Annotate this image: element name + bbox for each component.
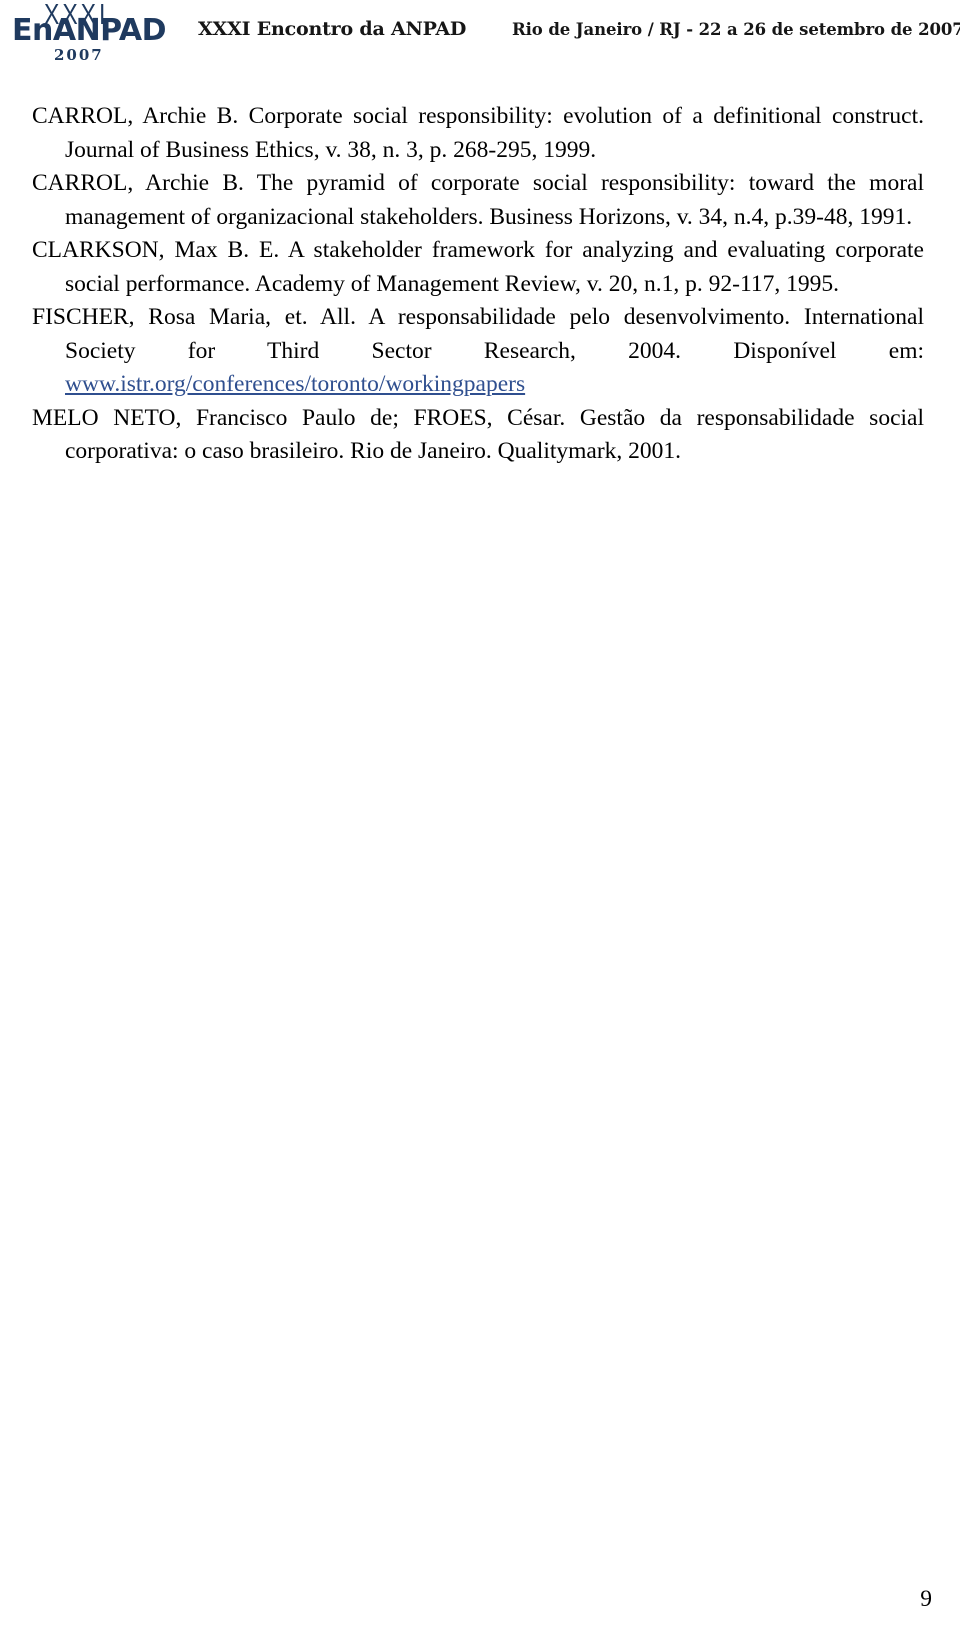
page-number: 9 xyxy=(920,1586,932,1612)
logo-wordmark-prefix: En xyxy=(12,13,53,48)
reference-item: CLARKSON, Max B. E. A stakeholder framew… xyxy=(32,237,924,297)
reference-url-link[interactable]: www.istr.org/conferences/toronto/working… xyxy=(65,371,525,397)
logo-year: 2007 xyxy=(54,46,104,64)
reference-text: FISCHER, Rosa Maria, et. All. A responsa… xyxy=(32,304,924,364)
reference-item: CARROL, Archie B. The pyramid of corpora… xyxy=(32,170,924,230)
page-header: XXXI EnANPAD 2007 XXXI Encontro da ANPAD… xyxy=(0,0,960,72)
logo-wordmark-main: ANPAD xyxy=(52,13,167,48)
logo-wordmark: EnANPAD xyxy=(12,13,167,48)
reference-item: CARROL, Archie B. Corporate social respo… xyxy=(32,103,924,163)
enanpad-logo: XXXI EnANPAD 2007 xyxy=(12,0,167,66)
document-page: XXXI EnANPAD 2007 XXXI Encontro da ANPAD… xyxy=(0,0,960,1631)
reference-item: MELO NETO, Francisco Paulo de; FROES, Cé… xyxy=(32,404,924,465)
reference-item: FISCHER, Rosa Maria, et. All. A responsa… xyxy=(32,301,924,402)
references-list: CARROL, Archie B. Corporate social respo… xyxy=(32,100,924,469)
header-event-location: Rio de Janeiro / RJ - 22 a 26 de setembr… xyxy=(512,20,960,39)
header-event-title: XXXI Encontro da ANPAD xyxy=(198,18,467,40)
